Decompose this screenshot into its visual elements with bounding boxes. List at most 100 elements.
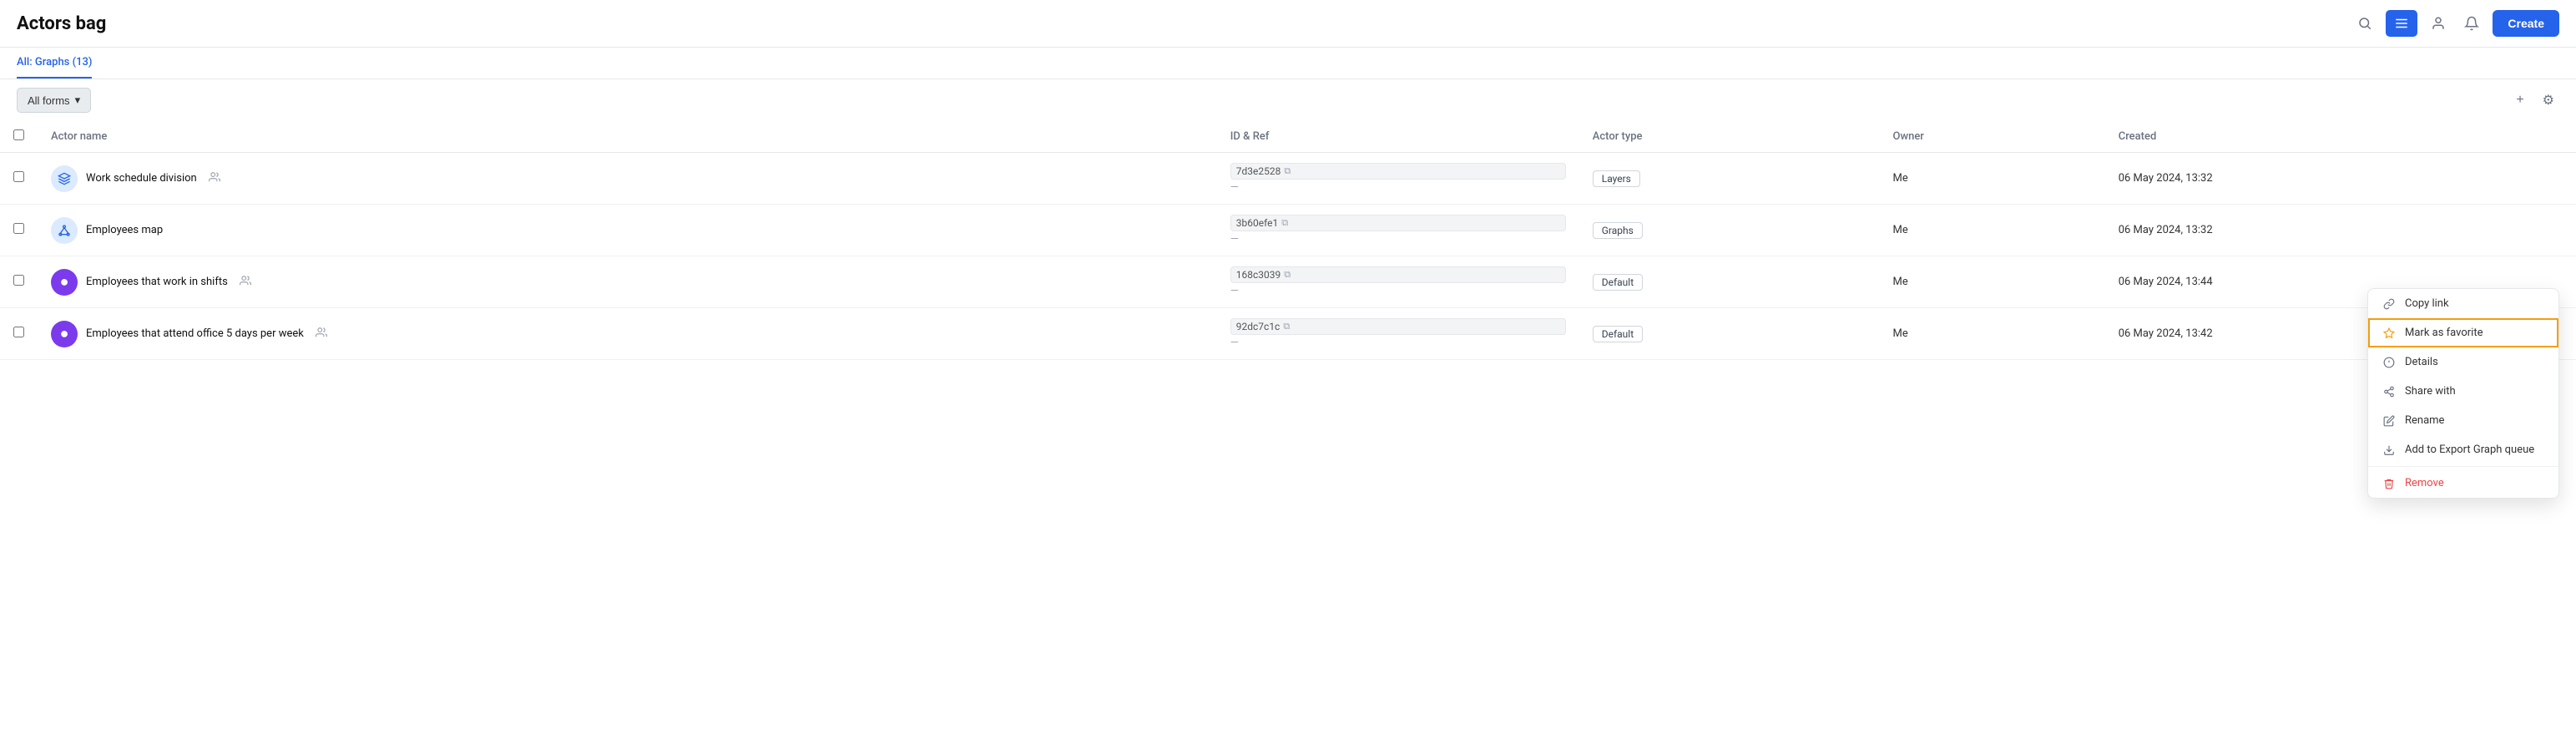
- col-owner: Owner: [1880, 121, 2105, 153]
- main-content: Actor name ID & Ref Actor type Owner Cre…: [0, 121, 2576, 360]
- actor-name-cell: Work schedule division: [38, 153, 1217, 205]
- share-with-icon: [2382, 386, 2397, 398]
- created-cell: 06 May 2024, 13:32: [2105, 153, 2576, 205]
- details-icon: [2382, 357, 2397, 368]
- context-menu: Copy link Mark as favorite Details Share wi…: [2367, 288, 2559, 499]
- type-badge: Graphs: [1593, 222, 1643, 239]
- header-right: Create: [2352, 10, 2559, 37]
- ref-dash: —: [1230, 337, 1566, 349]
- menu-item-share-with[interactable]: Share with: [2368, 377, 2558, 406]
- row-checkbox-cell: [0, 308, 38, 360]
- row-checkbox[interactable]: [13, 171, 24, 182]
- table-header-row: Actor name ID & Ref Actor type Owner Cre…: [0, 121, 2576, 153]
- owner-cell: Me: [1880, 205, 2105, 256]
- toolbar-left: All forms ▾: [17, 88, 91, 113]
- row-checkbox-cell: [0, 153, 38, 205]
- id-badge: 168c3039⧉: [1230, 266, 1566, 283]
- owner-cell: Me: [1880, 256, 2105, 308]
- id-badge: 3b60efe1⧉: [1230, 215, 1566, 231]
- actor-avatar: ●: [51, 321, 78, 347]
- menu-item-remove-label: Remove: [2405, 477, 2444, 489]
- table-row: Employees map 3b60efe1⧉ — Graphs Me06 May 20…: [0, 205, 2576, 256]
- row-checkbox-cell: [0, 256, 38, 308]
- copy-id-icon[interactable]: ⧉: [1284, 165, 1291, 177]
- settings-icon-btn[interactable]: ⚙: [2538, 89, 2559, 112]
- actor-name-cell: Employees map: [38, 205, 1217, 256]
- table-row: ● Employees that work in shifts 168c3039⧉ —…: [0, 256, 2576, 308]
- menu-button[interactable]: [2386, 10, 2417, 37]
- type-badge: Default: [1593, 274, 1643, 291]
- menu-item-details[interactable]: Details: [2368, 347, 2558, 377]
- chevron-down-icon: ▾: [75, 94, 81, 107]
- select-all-header[interactable]: [0, 121, 38, 153]
- menu-item-remove[interactable]: Remove: [2368, 469, 2558, 498]
- id-ref-cell: 3b60efe1⧉ —: [1217, 205, 1579, 256]
- menu-item-rename[interactable]: Rename: [2368, 406, 2558, 435]
- col-actor-name: Actor name: [38, 121, 1217, 153]
- actor-avatar: [51, 217, 78, 244]
- actor-name-label: Work schedule division: [86, 172, 197, 185]
- id-badge: 92dc7c1c⧉: [1230, 318, 1566, 335]
- col-id-ref: ID & Ref: [1217, 121, 1579, 153]
- actor-type-cell: Layers: [1579, 153, 1880, 205]
- owner-cell: Me: [1880, 153, 2105, 205]
- tab-all-graphs[interactable]: All: Graphs (13): [17, 48, 92, 79]
- row-checkbox[interactable]: [13, 223, 24, 234]
- id-ref-cell: 168c3039⧉ —: [1217, 256, 1579, 308]
- col-actor-type: Actor type: [1579, 121, 1880, 153]
- menu-item-copy-link-label: Copy link: [2405, 297, 2449, 310]
- created-cell: 06 May 2024, 13:32: [2105, 205, 2576, 256]
- person-icon-btn[interactable]: [2426, 11, 2451, 36]
- menu-item-copy-link[interactable]: Copy link: [2368, 289, 2558, 318]
- type-badge: Default: [1593, 326, 1643, 342]
- menu-item-add-export-label: Add to Export Graph queue: [2405, 443, 2534, 456]
- shared-icon: [316, 327, 327, 341]
- add-icon-btn[interactable]: +: [2511, 89, 2528, 111]
- bell-icon-btn[interactable]: [2459, 11, 2484, 36]
- remove-icon: [2382, 478, 2397, 489]
- search-button[interactable]: [2352, 11, 2377, 36]
- row-checkbox-cell: [0, 205, 38, 256]
- page-title: Actors bag: [17, 13, 106, 34]
- toolbar: All forms ▾ + ⚙: [0, 79, 2576, 121]
- menu-item-share-with-label: Share with: [2405, 385, 2456, 398]
- actor-avatar: [51, 165, 78, 192]
- copy-id-icon[interactable]: ⧉: [1283, 321, 1290, 332]
- page-header: Actors bag Create: [0, 0, 2576, 48]
- row-checkbox[interactable]: [13, 327, 24, 337]
- ref-dash: —: [1230, 181, 1566, 194]
- tabs-bar: All: Graphs (13): [0, 48, 2576, 79]
- ref-dash: —: [1230, 233, 1566, 246]
- owner-cell: Me: [1880, 308, 2105, 360]
- add-export-icon: [2382, 444, 2397, 456]
- ref-dash: —: [1230, 285, 1566, 297]
- id-badge: 7d3e2528⧉: [1230, 163, 1566, 180]
- table-row: Work schedule division 7d3e2528⧉— Layers Me…: [0, 153, 2576, 205]
- actor-type-cell: Default: [1579, 308, 1880, 360]
- type-badge: Layers: [1593, 170, 1640, 187]
- shared-icon: [209, 171, 220, 185]
- toolbar-right: + ⚙: [2511, 89, 2559, 112]
- id-ref-cell: 92dc7c1c⧉ —: [1217, 308, 1579, 360]
- actor-avatar: ●: [51, 269, 78, 296]
- rename-icon: [2382, 415, 2397, 427]
- select-all-checkbox[interactable]: [13, 129, 24, 140]
- all-forms-dropdown[interactable]: All forms ▾: [17, 88, 91, 113]
- actor-name-cell: ● Employees that work in shifts: [38, 256, 1217, 308]
- mark-favorite-icon: [2382, 327, 2397, 339]
- copy-id-icon[interactable]: ⧉: [1281, 217, 1288, 229]
- menu-item-mark-favorite-label: Mark as favorite: [2405, 327, 2483, 339]
- menu-item-add-export[interactable]: Add to Export Graph queue: [2368, 435, 2558, 464]
- row-checkbox[interactable]: [13, 275, 24, 286]
- menu-item-mark-favorite[interactable]: Mark as favorite: [2368, 318, 2558, 347]
- copy-link-icon: [2382, 298, 2397, 310]
- actor-name-label: Employees that work in shifts: [86, 276, 228, 288]
- actor-type-cell: Graphs: [1579, 205, 1880, 256]
- id-ref-cell: 7d3e2528⧉—: [1217, 153, 1579, 205]
- create-button[interactable]: Create: [2493, 10, 2559, 37]
- shared-icon: [240, 275, 251, 289]
- actor-type-cell: Default: [1579, 256, 1880, 308]
- copy-id-icon[interactable]: ⧉: [1284, 269, 1291, 281]
- actor-name-label: Employees map: [86, 224, 163, 236]
- header-left: Actors bag: [17, 13, 106, 34]
